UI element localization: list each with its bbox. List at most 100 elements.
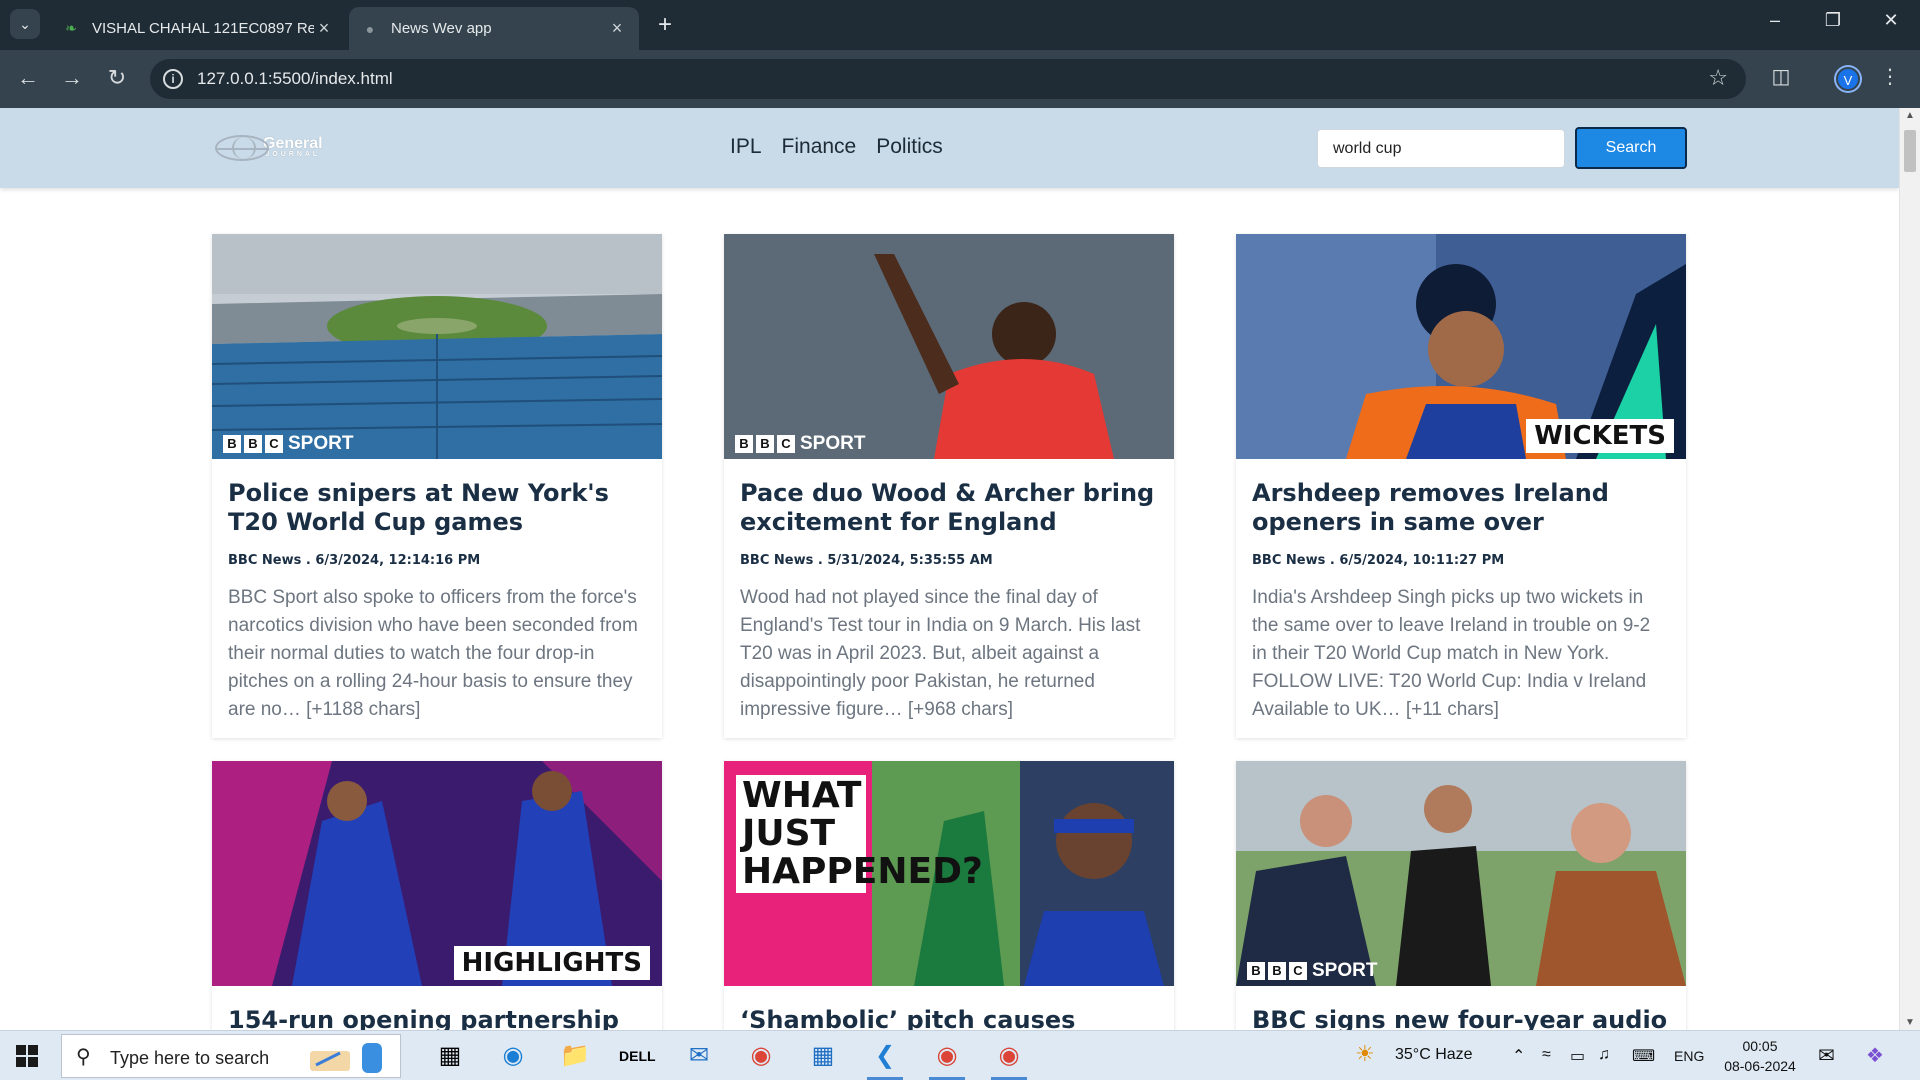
tab-close-icon[interactable]: ×: [314, 18, 334, 39]
search-button[interactable]: Search: [1575, 127, 1687, 169]
search-input[interactable]: [1317, 129, 1565, 168]
headline-line: JUST: [742, 815, 860, 853]
news-card-image: WHAT JUST HAPPENED?: [724, 761, 1174, 986]
chrome-profile-v-icon[interactable]: ◉: [991, 1038, 1027, 1074]
nav-links: IPL Finance Politics: [730, 135, 943, 159]
clock-time: 00:05: [1742, 1038, 1778, 1054]
browser-tab-strip: ⌄ ❧ VISHAL CHAHAL 121EC0897 Re × ● News …: [0, 0, 1920, 50]
nav-link-politics[interactable]: Politics: [876, 135, 943, 159]
file-explorer-icon[interactable]: 📁: [557, 1038, 593, 1074]
copilot-icon[interactable]: ❖: [1866, 1043, 1884, 1068]
news-card-title[interactable]: 154-run opening partnership: [228, 1006, 646, 1030]
page-scrollbar[interactable]: ▲ ▼: [1899, 108, 1920, 1030]
commentators-image: [1236, 761, 1686, 986]
windows-start-icon[interactable]: [16, 1045, 38, 1067]
chrome-profile-icon[interactable]: ◉: [929, 1038, 965, 1074]
url-text[interactable]: 127.0.0.1:5500/index.html: [197, 69, 393, 89]
close-window-icon[interactable]: ✕: [1868, 10, 1914, 31]
news-card[interactable]: HIGHLIGHTS 154-run opening partnership: [212, 761, 662, 1030]
news-card[interactable]: WICKETS Arshdeep removes Ireland openers…: [1236, 234, 1686, 738]
headline-line: WHAT: [742, 775, 862, 816]
mail-icon[interactable]: ✉: [681, 1038, 717, 1074]
back-arrow-icon[interactable]: ←: [13, 63, 43, 93]
news-card-meta: BBC News . 6/3/2024, 12:14:16 PM: [228, 553, 481, 568]
news-card-image: B B C SPORT: [212, 234, 662, 459]
headline-line: HAPPENED?: [742, 851, 983, 892]
weather-icon[interactable]: ☀: [1355, 1041, 1375, 1067]
wifi-icon[interactable]: ≈: [1542, 1046, 1551, 1064]
news-card-meta: BBC News . 6/5/2024, 10:11:27 PM: [1252, 553, 1505, 568]
news-card-title[interactable]: Pace duo Wood & Archer bring excitement …: [740, 479, 1158, 537]
taskbar-search-placeholder: Type here to search: [110, 1048, 270, 1068]
news-card[interactable]: WHAT JUST HAPPENED? ‘Shambolic’ pitch ca…: [724, 761, 1174, 1030]
nav-link-ipl[interactable]: IPL: [730, 135, 762, 159]
chrome-icon[interactable]: ◉: [743, 1038, 779, 1074]
address-bar[interactable]: i 127.0.0.1:5500/index.html ☆: [150, 59, 1746, 99]
bbc-sport-badge: B B C SPORT: [1247, 960, 1377, 982]
profile-avatar[interactable]: V: [1836, 67, 1860, 91]
bbc-sport-badge: B B C SPORT: [223, 433, 353, 455]
nav-link-finance[interactable]: Finance: [782, 135, 857, 159]
keyboard-icon[interactable]: ⌨: [1632, 1046, 1655, 1066]
tab-vishal-chahal[interactable]: ❧ VISHAL CHAHAL 121EC0897 Re ×: [50, 7, 346, 50]
search-highlight-icon: [310, 1043, 382, 1073]
tab-title: VISHAL CHAHAL 121EC0897 Re: [92, 20, 314, 37]
site-logo[interactable]: General JOURNAL: [215, 131, 360, 165]
task-view-icon[interactable]: ▦: [432, 1038, 468, 1074]
tab-search-menu-button[interactable]: ⌄: [10, 9, 40, 39]
forward-arrow-icon[interactable]: →: [57, 63, 87, 93]
stadium-image: [212, 234, 662, 459]
scroll-up-icon[interactable]: ▲: [1905, 110, 1915, 121]
page-viewport: General JOURNAL IPL Finance Politics Sea…: [0, 108, 1920, 1030]
dell-app-icon[interactable]: DELL: [619, 1038, 656, 1074]
search-icon: ⚲: [76, 1046, 91, 1068]
scroll-down-icon[interactable]: ▼: [1905, 1017, 1915, 1028]
scrollbar-thumb[interactable]: [1904, 130, 1916, 172]
globe-favicon-icon: ●: [365, 20, 375, 37]
battery-icon[interactable]: ▭: [1570, 1046, 1585, 1066]
leaf-favicon-icon: ❧: [65, 20, 77, 36]
news-card-description: BBC Sport also spoke to officers from th…: [228, 587, 638, 720]
news-card-title[interactable]: BBC signs new four-year audio: [1252, 1006, 1670, 1030]
minimize-icon[interactable]: –: [1752, 10, 1798, 31]
reload-icon[interactable]: ↻: [102, 63, 132, 93]
news-card-title[interactable]: Police snipers at New York's T20 World C…: [228, 479, 646, 537]
restore-icon[interactable]: ❐: [1810, 10, 1856, 31]
weather-text[interactable]: 35°C Haze: [1395, 1046, 1473, 1064]
edge-browser-icon[interactable]: ◉: [495, 1038, 531, 1074]
bowler-celebration-image: [724, 234, 1174, 459]
show-hidden-icons-chevron-icon[interactable]: ⌃: [1512, 1046, 1525, 1066]
site-info-icon[interactable]: i: [163, 69, 183, 89]
taskbar-clock[interactable]: 00:05 08-06-2024: [1700, 1036, 1820, 1076]
news-card-image: HIGHLIGHTS: [212, 761, 662, 986]
more-menu-icon[interactable]: ⋮: [1880, 64, 1900, 89]
new-tab-plus-icon[interactable]: +: [651, 12, 679, 40]
logo-text: General: [263, 135, 323, 152]
volume-icon[interactable]: ♫: [1598, 1046, 1610, 1064]
tab-close-icon[interactable]: ×: [607, 18, 627, 39]
extensions-puzzle-icon[interactable]: ◫: [1767, 64, 1795, 92]
badge-label: SPORT: [1312, 960, 1378, 981]
wickets-tag: WICKETS: [1526, 419, 1674, 453]
news-card-title[interactable]: ‘Shambolic’ pitch causes havoc: [740, 1006, 1158, 1030]
news-card[interactable]: B B C SPORT Police snipers at New York's T2…: [212, 234, 662, 738]
notifications-icon[interactable]: ✉: [1818, 1043, 1835, 1068]
tab-news-wev-app[interactable]: ● News Wev app ×: [349, 7, 639, 50]
news-card-image: B B C SPORT: [1236, 761, 1686, 986]
news-card[interactable]: B B C SPORT Pace duo Wood & Archer bring ex…: [724, 234, 1174, 738]
news-card-title[interactable]: Arshdeep removes Ireland openers in same…: [1252, 479, 1670, 537]
badge-label: SPORT: [800, 433, 866, 454]
globe-logo-icon: [215, 135, 269, 161]
calendar-icon[interactable]: ▦: [805, 1038, 841, 1074]
clock-date: 08-06-2024: [1724, 1058, 1796, 1074]
bookmark-star-icon[interactable]: ☆: [1708, 65, 1728, 91]
logo-subtext: JOURNAL: [265, 151, 321, 158]
taskbar-search-box[interactable]: ⚲ Type here to search: [61, 1034, 401, 1078]
tab-title: News Wev app: [391, 20, 492, 37]
news-card-description: Wood had not played since the final day …: [740, 587, 1141, 720]
windows-taskbar: ⚲ Type here to search ▦ ◉ 📁 DELL ✉ ◉ ▦ ❮…: [0, 1030, 1920, 1080]
vscode-icon[interactable]: ❮: [867, 1038, 903, 1074]
bbc-sport-badge: B B C SPORT: [735, 433, 865, 455]
news-card[interactable]: B B C SPORT BBC signs new four-year audio: [1236, 761, 1686, 1030]
news-card-image: B B C SPORT: [724, 234, 1174, 459]
